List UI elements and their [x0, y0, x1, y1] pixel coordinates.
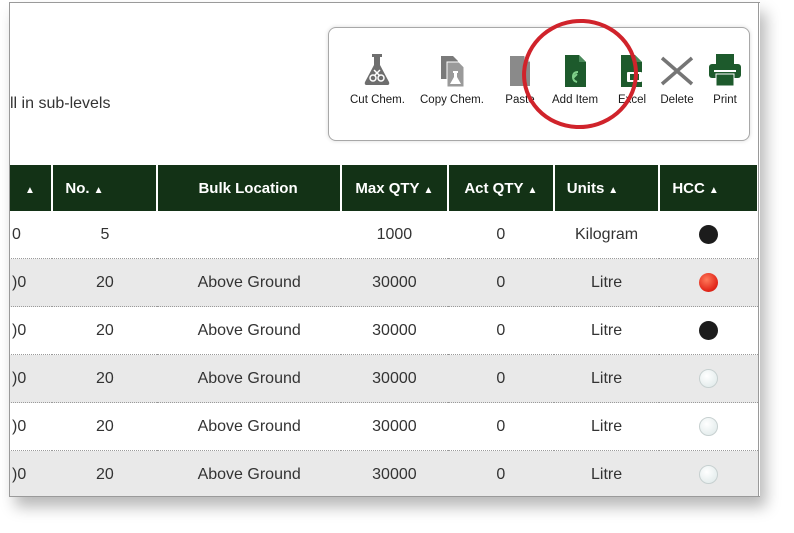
col-header-bulk-location[interactable]: Bulk Location	[157, 165, 342, 211]
sort-arrow-icon: ▲	[708, 184, 719, 196]
sort-arrow-icon: ▲	[25, 184, 35, 196]
sort-arrow-icon: ▲	[608, 184, 619, 196]
table-header-row: ▲ No. ▲ Bulk Location Max QTY ▲ Act QTY ▲ U…	[10, 165, 759, 211]
excel-icon	[612, 50, 652, 94]
col-header-max-qty[interactable]: Max QTY ▲	[340, 165, 449, 211]
add-document-icon	[552, 50, 598, 94]
col-header-hcc[interactable]: HCC ▲	[659, 165, 759, 211]
col-header-first[interactable]: ▲	[10, 165, 54, 211]
cut-chem-label: Cut Chem.	[350, 94, 405, 106]
delete-label: Delete	[660, 94, 694, 106]
copy-chem-button[interactable]: Copy Chem.	[420, 50, 484, 106]
col-header-units[interactable]: Units ▲	[553, 165, 661, 211]
sort-arrow-icon: ▲	[93, 184, 104, 196]
table-row[interactable]: )0 20 Above Ground 30000 0 Litre	[10, 258, 758, 307]
chemical-table: ▲ No. ▲ Bulk Location Max QTY ▲ Act QTY ▲ U…	[10, 165, 759, 496]
paste-icon	[500, 50, 540, 94]
hcc-status-dot	[699, 321, 719, 340]
table-row[interactable]: )0 20 Above Ground 30000 0 Litre	[10, 306, 758, 355]
excel-label: Excel	[617, 94, 647, 106]
hcc-status-dot	[699, 465, 719, 484]
copy-chem-label: Copy Chem.	[420, 94, 484, 106]
toolbar: Cut Chem. Copy Chem. Paste Add Item Exce…	[328, 11, 750, 141]
table-row[interactable]: )0 20 Above Ground 30000 0 Litre	[10, 450, 758, 496]
table-row[interactable]: )0 20 Above Ground 30000 0 Litre	[10, 402, 758, 451]
delete-button[interactable]: Delete	[657, 50, 697, 106]
paste-button[interactable]: Paste	[500, 50, 540, 106]
app-window: ll in sub-levels Cut Chem. Copy Chem. Pa…	[9, 2, 760, 497]
hcc-status-dot	[699, 225, 719, 244]
frame-edge	[758, 2, 759, 496]
col-header-act-qty[interactable]: Act QTY ▲	[447, 165, 555, 211]
add-item-button[interactable]: Add Item	[552, 50, 598, 106]
col-header-no[interactable]: No. ▲	[52, 165, 159, 211]
printer-icon	[705, 50, 745, 94]
sort-arrow-icon: ▲	[527, 184, 538, 196]
hcc-status-dot	[699, 273, 719, 292]
hcc-status-dot	[699, 369, 719, 388]
table-row[interactable]: )0 20 Above Ground 30000 0 Litre	[10, 354, 758, 403]
cut-chem-button[interactable]: Cut Chem.	[350, 50, 405, 106]
excel-button[interactable]: Excel	[612, 50, 652, 106]
print-button[interactable]: Print	[705, 50, 745, 106]
copy-flask-icon	[420, 50, 484, 94]
add-item-label: Add Item	[552, 94, 599, 106]
print-label: Print	[713, 94, 737, 106]
sort-arrow-icon: ▲	[423, 184, 434, 196]
flask-scissors-icon	[350, 50, 405, 94]
paste-label: Paste	[505, 94, 535, 106]
table-row[interactable]: 0 5 1000 0 Kilogram	[10, 211, 758, 259]
sublevels-label: ll in sub-levels	[10, 95, 111, 112]
delete-x-icon	[657, 50, 697, 94]
hcc-status-dot	[699, 417, 719, 436]
